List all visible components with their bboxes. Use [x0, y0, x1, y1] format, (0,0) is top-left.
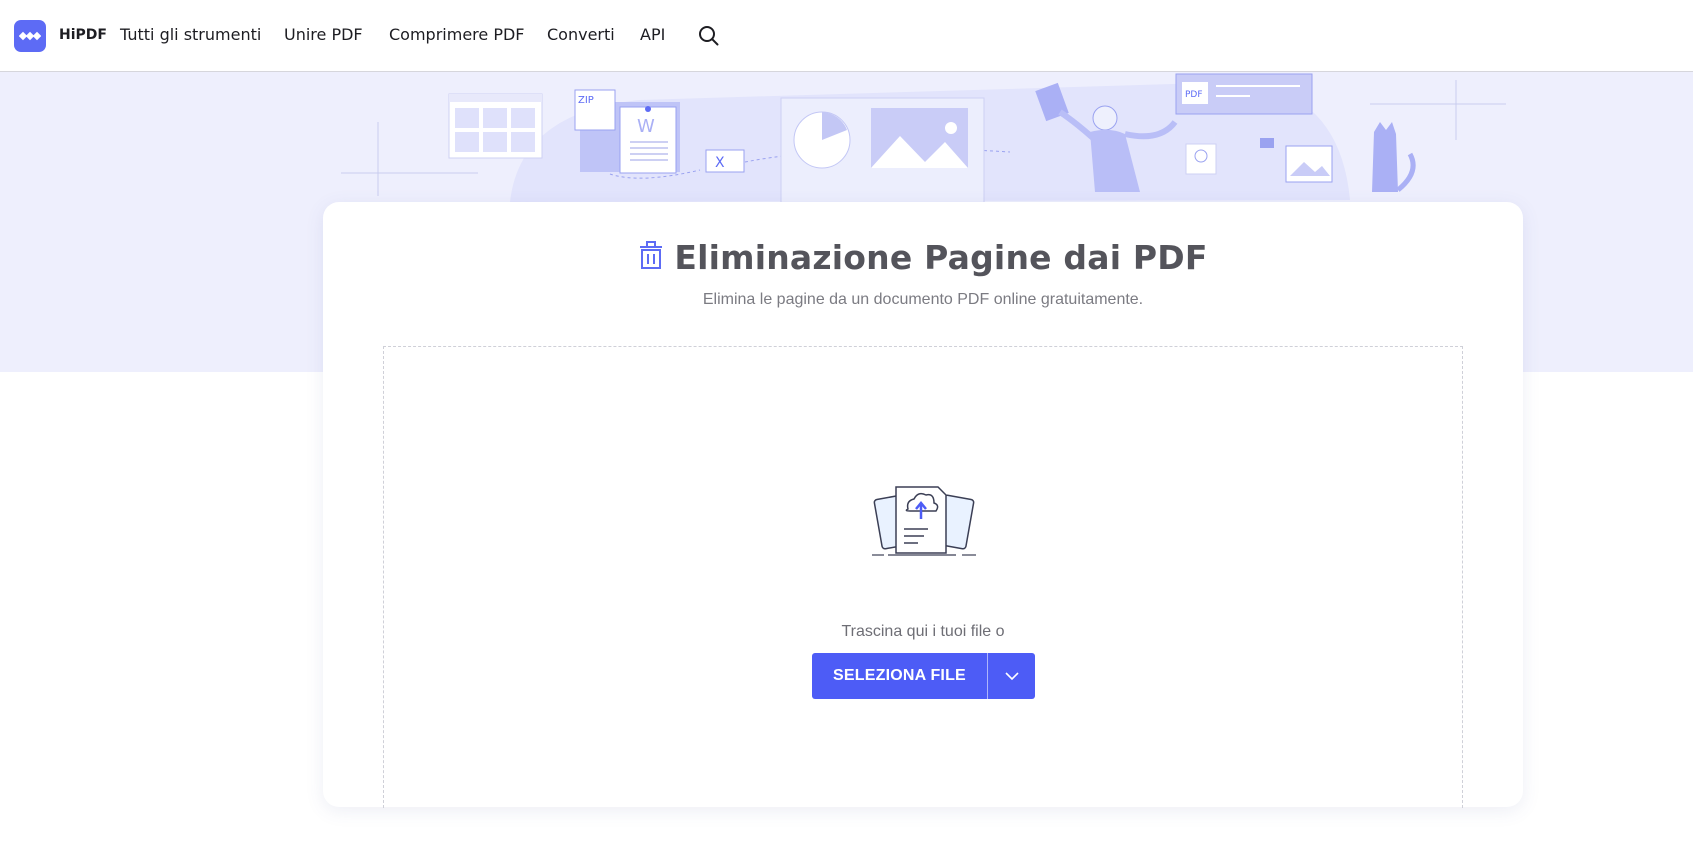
- svg-text:W: W: [637, 116, 655, 137]
- svg-text:PDF: PDF: [1185, 90, 1203, 100]
- select-file-label[interactable]: SELEZIONA FILE: [812, 653, 987, 699]
- tool-card: Eliminazione Pagine dai PDF Elimina le p…: [323, 202, 1523, 808]
- nav-link-all-tools[interactable]: Tutti gli strumenti: [120, 25, 261, 44]
- page-subtitle: Elimina le pagine da un documento PDF on…: [702, 291, 1144, 308]
- brand-name[interactable]: HiPDF: [59, 27, 107, 43]
- drop-instructions: Trascina qui i tuoi file o: [841, 623, 1005, 640]
- top-navigation-bar: HiPDF Tutti gli strumenti Unire PDF Comp…: [0, 0, 1693, 72]
- cloud-upload-document-icon: [872, 481, 976, 562]
- page-title: Eliminazione Pagine dai PDF: [674, 238, 1208, 277]
- nav-link-compress-pdf[interactable]: Comprimere PDF: [389, 25, 524, 44]
- chevron-down-icon[interactable]: [988, 653, 1035, 699]
- svg-text:ZIP: ZIP: [578, 95, 594, 106]
- select-file-button[interactable]: SELEZIONA FILE: [812, 653, 1035, 699]
- trash-icon: [638, 240, 664, 275]
- nav-link-convert[interactable]: Converti: [547, 25, 615, 44]
- nav-link-api[interactable]: API: [640, 25, 665, 44]
- search-icon[interactable]: [697, 24, 721, 48]
- file-dropzone[interactable]: Trascina qui i tuoi file o SELEZIONA FIL…: [383, 346, 1463, 808]
- nav-link-merge-pdf[interactable]: Unire PDF: [284, 25, 363, 44]
- hipdf-logo[interactable]: [14, 20, 46, 52]
- title-row: Eliminazione Pagine dai PDF: [323, 238, 1523, 277]
- logo-diamonds-icon: [19, 31, 41, 41]
- svg-text:X: X: [715, 155, 725, 171]
